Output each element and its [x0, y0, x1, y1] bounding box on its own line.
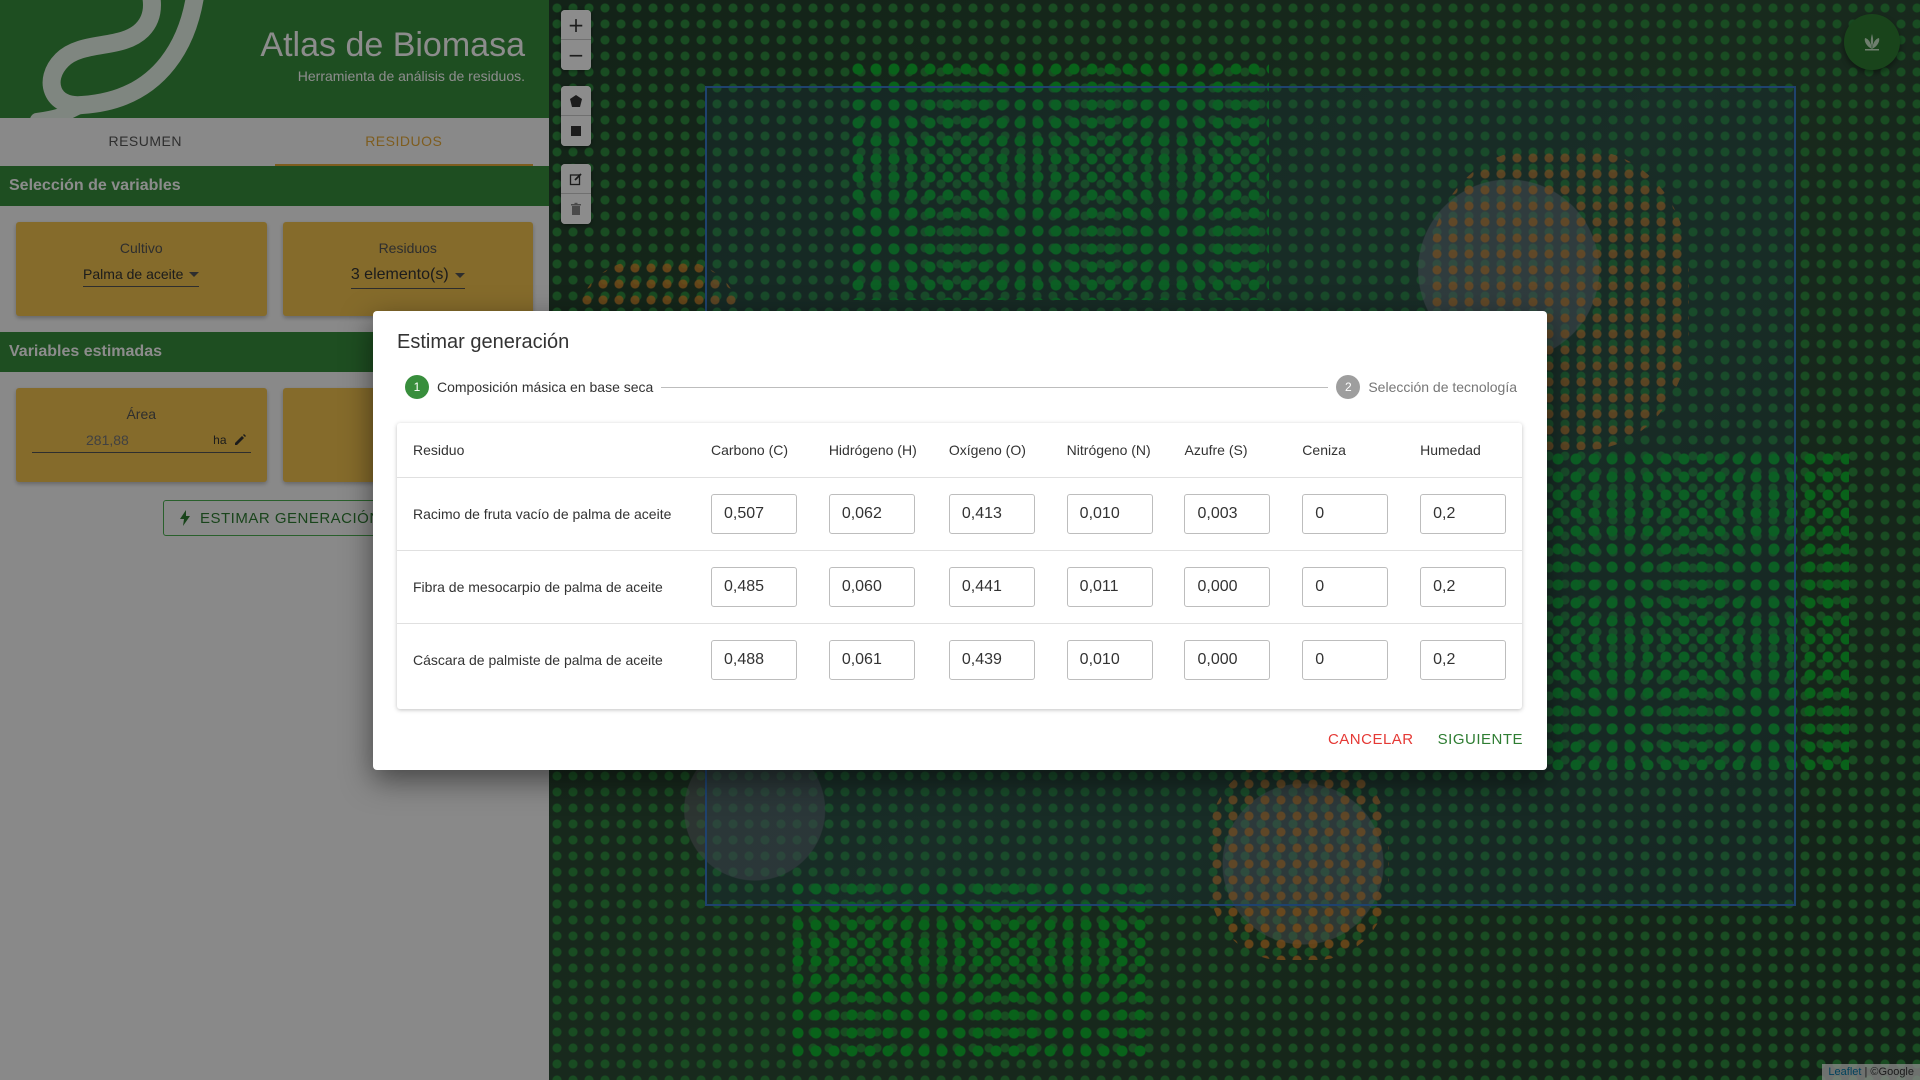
step-2-label: Selección de tecnología — [1368, 379, 1517, 395]
hydrogen-input[interactable] — [828, 493, 915, 534]
col-header: Azufre (S) — [1168, 423, 1287, 478]
moisture-input[interactable] — [1420, 566, 1507, 607]
ash-input[interactable] — [1302, 493, 1389, 534]
oxygen-input[interactable] — [948, 566, 1035, 607]
col-header: Hidrógeno (H) — [812, 423, 933, 478]
carbon-input[interactable] — [711, 639, 797, 680]
hydrogen-input[interactable] — [828, 639, 915, 680]
step-2-number: 2 — [1336, 375, 1361, 399]
carbon-input[interactable] — [711, 566, 797, 607]
nitrogen-input[interactable] — [1066, 639, 1153, 680]
table-row: Racimo de fruta vacío de palma de aceite — [397, 477, 1522, 551]
carbon-input[interactable] — [711, 493, 797, 534]
cancel-button[interactable]: CANCELAR — [1320, 725, 1422, 754]
residue-name: Racimo de fruta vacío de palma de aceite — [397, 477, 695, 551]
dialog-title: Estimar generación — [397, 331, 570, 353]
col-header: Humedad — [1404, 423, 1522, 478]
table-row: Fibra de mesocarpio de palma de aceite — [397, 550, 1522, 624]
step-2[interactable]: 2 Selección de tecnología — [1336, 375, 1517, 399]
col-header: Nitrógeno (N) — [1050, 423, 1169, 478]
composition-table: Residuo Carbono (C) Hidrógeno (H) Oxígen… — [397, 423, 1522, 709]
step-1[interactable]: 1 Composición másica en base seca — [405, 375, 653, 399]
hydrogen-input[interactable] — [828, 566, 915, 607]
ash-input[interactable] — [1302, 566, 1389, 607]
oxygen-input[interactable] — [948, 493, 1035, 534]
moisture-input[interactable] — [1420, 493, 1507, 534]
step-1-number: 1 — [405, 375, 429, 399]
ash-input[interactable] — [1302, 639, 1389, 680]
estimate-dialog: Estimar generación 1 Composición másica … — [373, 311, 1547, 770]
stepper: 1 Composición másica en base seca 2 Sele… — [405, 374, 1517, 400]
col-header: Carbono (C) — [695, 423, 813, 478]
stepper-connector — [661, 386, 1329, 388]
nitrogen-input[interactable] — [1066, 566, 1153, 607]
nitrogen-input[interactable] — [1066, 493, 1153, 534]
oxygen-input[interactable] — [948, 639, 1035, 680]
sulfur-input[interactable] — [1184, 639, 1271, 680]
col-header: Oxígeno (O) — [932, 423, 1051, 478]
col-header: Ceniza — [1286, 423, 1405, 478]
col-header: Residuo — [397, 423, 695, 478]
table-row: Cáscara de palmiste de palma de aceite — [397, 623, 1522, 696]
table-header-row: Residuo Carbono (C) Hidrógeno (H) Oxígen… — [397, 423, 1522, 478]
dialog-actions: CANCELAR SIGUIENTE — [1320, 725, 1531, 754]
step-1-label: Composición másica en base seca — [437, 379, 654, 395]
sulfur-input[interactable] — [1184, 493, 1271, 534]
next-button[interactable]: SIGUIENTE — [1430, 725, 1531, 754]
residue-name: Fibra de mesocarpio de palma de aceite — [397, 550, 695, 624]
moisture-input[interactable] — [1420, 639, 1507, 680]
residue-name: Cáscara de palmiste de palma de aceite — [413, 651, 663, 668]
sulfur-input[interactable] — [1184, 566, 1271, 607]
